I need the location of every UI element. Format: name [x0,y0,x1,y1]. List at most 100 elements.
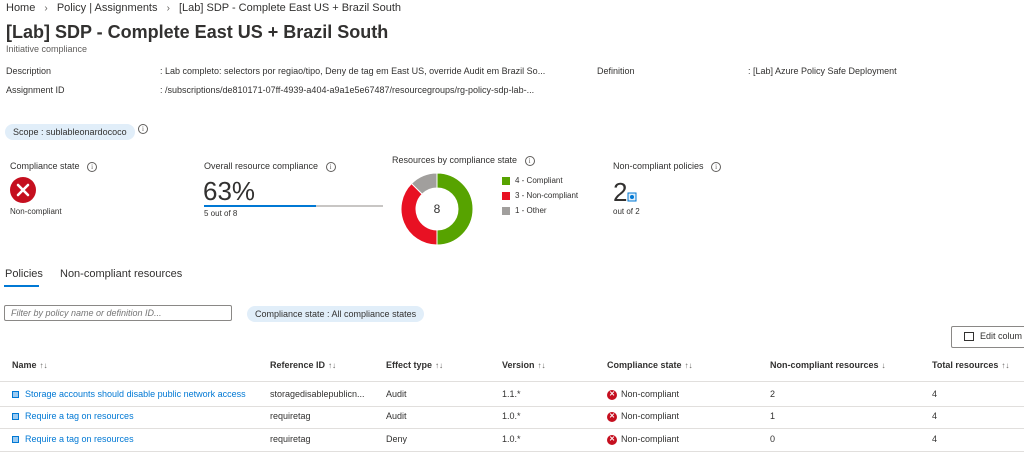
edit-columns-icon [964,332,974,342]
legend-item: 3 - Non-compliant [502,191,578,200]
compliance-donut-chart: 8 [400,172,474,246]
table-cell: 4 [932,389,938,399]
policy-name-link[interactable]: Require a tag on resources [25,434,134,444]
column-header-3[interactable]: Version ↑↓ [502,360,546,370]
sort-icon[interactable]: ↑↓ [685,361,693,370]
row-divider [0,406,1024,407]
breadcrumb-home[interactable]: Home [6,2,35,14]
overall-compliance-percent: 63% [203,176,256,206]
table-cell: 4 [932,411,938,421]
assignment-id-value: : /subscriptions/de810171-07ff-4939-a404… [160,85,535,95]
donut-slice-1[interactable] [400,182,438,246]
error-icon: ✕ [607,389,617,400]
table-cell[interactable]: Require a tag on resources [12,411,134,421]
column-header-6[interactable]: Total resources ↑↓ [932,360,1009,370]
table-cell: Deny [386,434,408,444]
definition-label: Definition [597,66,635,76]
donut-total-label: 8 [434,202,441,216]
noncompliant-policies-value: 2 [613,177,628,207]
noncompliant-policies-sub: out of 2 [613,207,640,216]
column-header-1[interactable]: Reference ID ↑↓ [270,360,336,370]
sort-icon[interactable]: ↑↓ [40,361,48,370]
sort-icon[interactable]: ↑↓ [1001,361,1009,370]
compliance-state-value: Non-compliant [10,207,62,216]
policy-definition-icon [12,391,19,399]
table-cell: ✕ Non-compliant [607,411,679,422]
column-header-4[interactable]: Compliance state ↑↓ [607,360,693,370]
compliance-state-filter-pill[interactable]: Compliance state : All compliance states [247,306,425,322]
assignment-id-label: Assignment ID [6,85,65,95]
error-icon: ✕ [607,434,617,445]
table-cell: Audit [386,389,407,399]
edit-columns-button[interactable]: Edit colum [951,326,1024,348]
policy-definition-icon [12,413,19,421]
noncompliant-policies-title: Non-compliant policies i [613,161,722,172]
policy-name-link[interactable]: Storage accounts should disable public n… [25,389,246,399]
row-divider [0,428,1024,429]
page-title: [Lab] SDP - Complete East US + Brazil So… [6,22,389,42]
tab-policies[interactable]: Policies [5,268,43,280]
breadcrumb-policy-assignments[interactable]: Policy | Assignments [57,2,158,14]
error-icon: ✕ [607,411,617,422]
table-cell: 4 [932,434,938,444]
overall-compliance-sub: 5 out of 8 [204,209,238,218]
tab-active-indicator [4,285,39,287]
table-cell: 2 [770,389,776,399]
chevron-right-icon: › [166,3,170,14]
description-value: : Lab completo: selectors por regiao/tip… [160,66,546,76]
legend-swatch [502,191,510,200]
info-icon[interactable]: i [325,161,336,172]
donut-legend: 4 - Compliant 3 - Non-compliant 1 - Other [502,176,578,221]
row-divider [0,451,1024,452]
header-divider [0,381,1024,382]
table-cell[interactable]: Storage accounts should disable public n… [12,389,246,399]
info-icon[interactable]: i [524,155,535,166]
tab-noncompliant-resources[interactable]: Non-compliant resources [60,268,182,280]
legend-swatch [502,206,510,215]
legend-item: 1 - Other [502,206,578,215]
table-cell[interactable]: Require a tag on resources [12,434,134,444]
error-circle-icon [10,177,36,203]
policy-filter-input[interactable] [4,305,232,321]
table-cell: 0 [770,434,776,444]
legend-swatch [502,176,510,185]
column-header-0[interactable]: Name ↑↓ [12,360,48,370]
info-icon[interactable]: i [138,124,148,134]
description-label: Description [6,66,52,76]
table-cell: 1.1.* [502,389,521,399]
definition-value: : [Lab] Azure Policy Safe Deployment [748,66,897,76]
breadcrumb: Home › Policy | Assignments › [Lab] SDP … [6,2,401,14]
info-icon[interactable]: i [87,161,98,172]
resources-by-state-title: Resources by compliance state i [392,155,535,166]
table-cell: Audit [386,411,407,421]
sort-icon[interactable]: ↓ [882,361,886,370]
page-subtitle: Initiative compliance [6,44,88,54]
table-cell: storagedisablepublicn... [270,389,365,399]
table-cell: ✕ Non-compliant [607,389,679,400]
table-cell: requiretag [270,411,311,421]
info-icon[interactable]: i [711,161,722,172]
more-options-button[interactable]: ··· [366,26,381,40]
policy-definition-icon [12,436,19,444]
table-cell: requiretag [270,434,311,444]
chevron-right-icon: › [44,3,48,14]
compliance-state-title: Compliance state i [10,161,98,172]
table-cell: 1.0.* [502,411,521,421]
sort-icon[interactable]: ↑↓ [435,361,443,370]
compliance-progress-fill [204,205,316,207]
sort-icon[interactable]: ↑↓ [328,361,336,370]
overall-compliance-title: Overall resource compliance i [204,161,336,172]
donut-slice-0[interactable] [436,172,474,246]
breadcrumb-current[interactable]: [Lab] SDP - Complete East US + Brazil So… [179,2,401,14]
table-cell: 1 [770,411,776,421]
table-cell: 1.0.* [502,434,521,444]
legend-item: 4 - Compliant [502,176,578,185]
policy-name-link[interactable]: Require a tag on resources [25,411,134,421]
column-header-2[interactable]: Effect type ↑↓ [386,360,443,370]
scope-pill[interactable]: Scope : sublableonardococo [5,124,135,140]
table-cell: ✕ Non-compliant [607,434,679,445]
column-header-5[interactable]: Non-compliant resources ↓ [770,360,886,370]
compliance-progress-track [204,205,383,207]
sort-icon[interactable]: ↑↓ [538,361,546,370]
policy-icon [627,192,637,202]
